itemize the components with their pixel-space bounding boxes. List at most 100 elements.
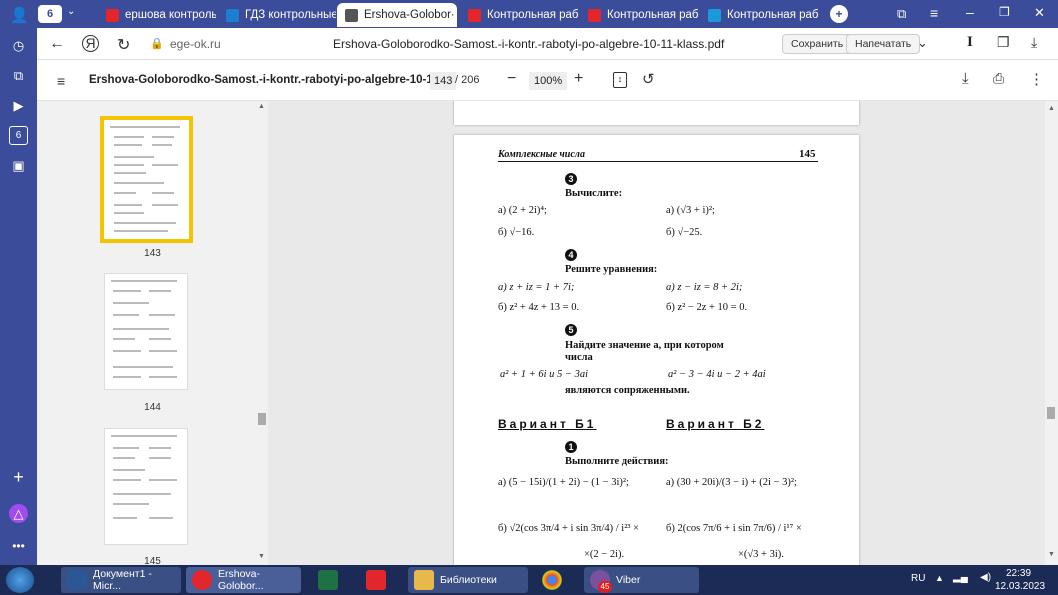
url-domain[interactable]: ege-ok.ru	[170, 37, 221, 51]
running-header: Комплексные числа	[498, 149, 585, 160]
download-icon[interactable]: ⤓	[962, 70, 969, 87]
fit-page-icon[interactable]: ↕	[613, 72, 627, 88]
tab-ershova-pdf[interactable]: Ershova-Golobor·✕	[337, 3, 457, 27]
tabs-collection-icon[interactable]: ⧉	[897, 6, 906, 22]
tab-kontrolnaya-2[interactable]: Контрольная рабо	[580, 3, 698, 27]
sidebar-scroll-down-icon[interactable]: ▼	[258, 553, 265, 560]
task-title: Выполните действия:	[565, 456, 669, 467]
yandex-logo-icon[interactable]: Я	[82, 35, 99, 52]
tab-kontrolnaya-3[interactable]: Контрольная рабо	[700, 3, 818, 27]
variant-heading: Вариант Б2	[666, 417, 765, 431]
collections-icon[interactable]: ⧉	[9, 66, 28, 85]
previous-page-edge	[454, 101, 859, 125]
tab-ershova-search[interactable]: ершова контрольн	[98, 3, 216, 27]
print-button[interactable]: Напечатать	[846, 34, 921, 54]
pdf-viewer[interactable]: Комплексные числа 145 3 Вычислите: а) (2…	[268, 101, 1045, 565]
photo-icon[interactable]: ▣	[9, 156, 28, 175]
page-title[interactable]: Ershova-Goloborodko-Samost.-i-kontr.-rab…	[333, 37, 724, 51]
site-icon	[588, 8, 601, 22]
sidebar-scroll-up-icon[interactable]: ▲	[258, 103, 265, 110]
bookmarks-icon[interactable]: ❐	[997, 34, 1010, 51]
profile-icon[interactable]: 👤	[10, 6, 29, 24]
windows-taskbar: Документ1 - Micr... Ershova-Golobor... Б…	[0, 565, 1058, 595]
signal-icon[interactable]: ▂▄	[953, 572, 968, 583]
zoom-in-button[interactable]: +	[574, 70, 583, 88]
viber-badge: 45	[598, 581, 612, 593]
rotate-icon[interactable]: ↺	[642, 70, 655, 88]
thumbnail-page-143[interactable]	[100, 116, 193, 243]
taskbar-label: Viber	[616, 574, 641, 586]
menu-icon[interactable]: ≡	[930, 5, 938, 21]
scroll-up-icon[interactable]: ▲	[1048, 105, 1055, 112]
scrollbar-thumb[interactable]	[1047, 407, 1055, 419]
play-icon[interactable]: ▶	[9, 96, 28, 115]
tray-arrow-icon[interactable]: ▲	[935, 573, 944, 583]
task-item: а) (2 + 2i)⁴;	[498, 205, 547, 216]
taskbar-browser[interactable]: Ershova-Golobor...	[186, 567, 301, 593]
task-item: ×(2 − 2i).	[584, 549, 625, 560]
reader-mode-icon[interactable]: I	[967, 34, 973, 51]
tab-gdz[interactable]: ГДЗ контрольные р	[218, 3, 336, 27]
thumbnail-page-145[interactable]	[104, 428, 188, 545]
tab-label: ГДЗ контрольные р	[245, 9, 336, 21]
task-item: б) √−25.	[666, 227, 703, 238]
scroll-down-icon[interactable]: ▼	[1048, 551, 1055, 558]
thumbnail-label: 144	[144, 402, 161, 413]
six-badge-icon[interactable]: 6	[9, 126, 28, 145]
lock-icon: 🔒	[150, 38, 164, 50]
site-icon	[708, 8, 721, 22]
folder-icon	[414, 570, 434, 590]
history-icon[interactable]: ◷	[9, 36, 28, 55]
start-button[interactable]	[6, 567, 34, 593]
alice-icon[interactable]: △	[9, 504, 28, 523]
thumbnail-sidebar: 143 144 145 ▲ ▼	[37, 101, 268, 567]
thumbnail-page-144[interactable]	[104, 273, 188, 390]
yandex-browser-icon	[192, 570, 212, 590]
language-indicator[interactable]: RU	[911, 573, 925, 584]
zoom-level[interactable]: 100%	[529, 72, 568, 90]
tab-kontrolnaya-1[interactable]: Контрольная рабо	[460, 3, 578, 27]
task-item: а) z + iz = 1 + 7i;	[498, 282, 575, 293]
task-item: а) z − iz = 8 + 2i;	[666, 282, 743, 293]
taskbar-chrome[interactable]	[536, 567, 576, 593]
sidebar-toggle-icon[interactable]: ≡	[57, 73, 65, 89]
more-dots-icon[interactable]: •••	[9, 536, 28, 555]
taskbar-word[interactable]: Документ1 - Micr...	[61, 567, 181, 593]
taskbar-libraries[interactable]: Библиотеки	[408, 567, 528, 593]
add-panel-icon[interactable]: +	[9, 467, 28, 487]
sidebar-scrollbar-thumb[interactable]	[258, 413, 266, 425]
page-number-input[interactable]: 143	[430, 72, 457, 90]
tab-counter[interactable]: 6	[38, 5, 62, 23]
page-total: / 206	[455, 74, 480, 86]
taskbar-label: Ershova-Golobor...	[218, 568, 264, 592]
taskbar-excel[interactable]	[312, 567, 352, 593]
maximize-icon[interactable]: ❐	[999, 5, 1010, 19]
clock-date[interactable]: 12.03.2023	[995, 581, 1045, 592]
more-options-icon[interactable]: ⋮	[1029, 70, 1044, 88]
page-number: 145	[799, 148, 816, 160]
task-item: б) z² − 2z + 10 = 0.	[666, 302, 748, 313]
clock-time[interactable]: 22:39	[1006, 568, 1031, 579]
volume-icon[interactable]: ◀)	[980, 572, 991, 583]
downloads-icon[interactable]: ⤓	[1031, 34, 1037, 51]
save-button[interactable]: Сохранить	[782, 34, 853, 54]
taskbar-yandex[interactable]	[360, 567, 400, 593]
excel-icon	[318, 570, 338, 590]
chevron-down-icon[interactable]: ⌄	[917, 35, 928, 51]
pdf-page: Комплексные числа 145 3 Вычислите: а) (2…	[454, 135, 859, 565]
yandex-icon	[106, 8, 119, 22]
tab-menu-chevron-icon[interactable]: ⌄	[67, 6, 75, 17]
back-arrow-icon[interactable]: ←	[49, 35, 65, 53]
minimize-icon[interactable]: –	[966, 4, 974, 20]
tab-label: Контрольная рабо	[487, 9, 578, 21]
viewer-scrollbar[interactable]: ▲ ▼	[1045, 101, 1058, 565]
close-window-icon[interactable]: ✕	[1034, 5, 1045, 21]
zoom-out-button[interactable]: −	[507, 70, 516, 88]
address-bar: ← Я ↻ 🔒 ege-ok.ru Ershova-Goloborodko-Sa…	[37, 28, 1058, 60]
header-rule	[498, 161, 818, 162]
pdf-filename: Ershova-Goloborodko-Samost.-i-kontr.-rab…	[89, 74, 443, 86]
new-tab-plus-icon[interactable]: +	[830, 5, 848, 23]
taskbar-label: Библиотеки	[440, 574, 497, 586]
reload-icon[interactable]: ↻	[117, 35, 130, 55]
print-icon[interactable]: ⎙	[993, 70, 1004, 87]
